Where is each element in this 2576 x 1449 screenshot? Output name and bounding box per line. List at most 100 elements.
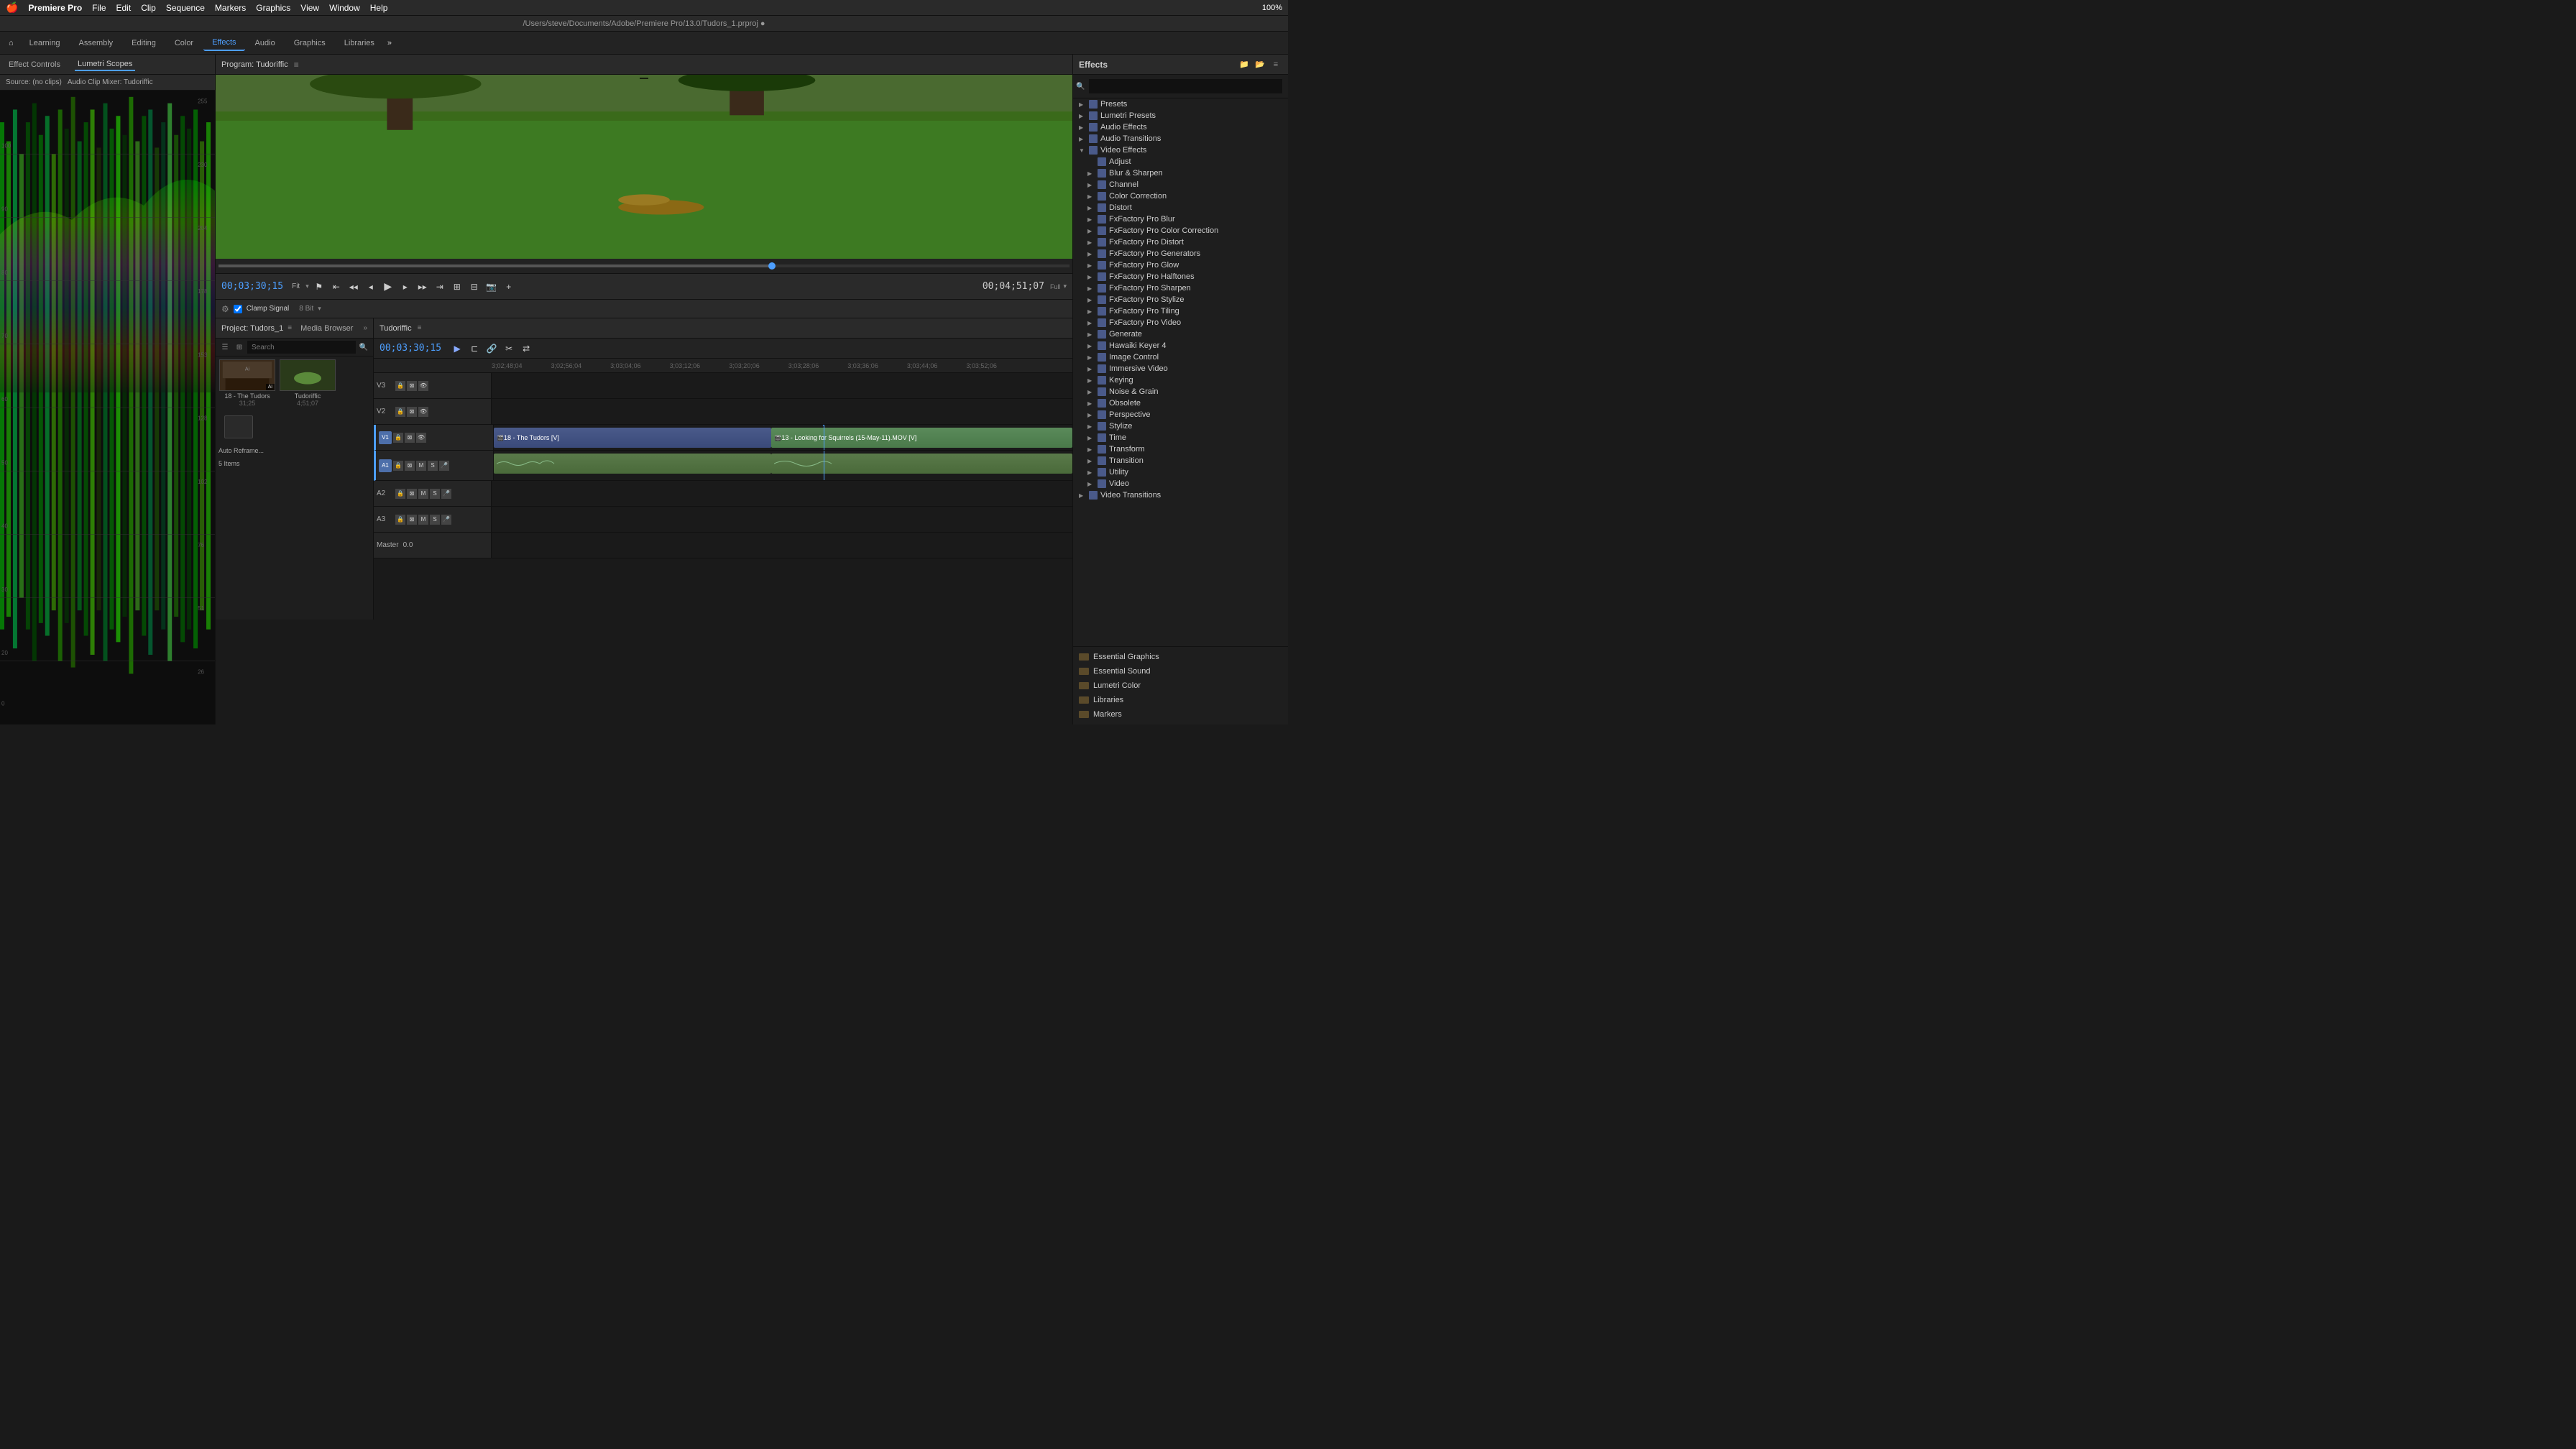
effects-item-perspective[interactable]: ▶ Perspective xyxy=(1073,409,1288,420)
menu-edit[interactable]: Edit xyxy=(116,3,132,13)
scrubber-track[interactable] xyxy=(218,264,1070,267)
libraries-item[interactable]: Libraries xyxy=(1073,693,1288,707)
bit-depth-dropdown[interactable]: ▾ xyxy=(318,305,321,313)
effects-item-fxfactory-distort[interactable]: ▶ FxFactory Pro Distort xyxy=(1073,236,1288,248)
v3-lock-button[interactable]: 🔒 xyxy=(395,381,405,391)
effects-item-image-control[interactable]: ▶ Image Control xyxy=(1073,351,1288,363)
effects-item-fxfactory-halftones[interactable]: ▶ FxFactory Pro Halftones xyxy=(1073,271,1288,282)
effects-item-fxfactory-blur[interactable]: ▶ FxFactory Pro Blur xyxy=(1073,213,1288,225)
a2-lock-button[interactable]: 🔒 xyxy=(395,489,405,499)
a3-solo-button[interactable]: S xyxy=(430,515,440,525)
essential-sound-item[interactable]: Essential Sound xyxy=(1073,664,1288,678)
effects-item-lumetri[interactable]: ▶ Lumetri Presets xyxy=(1073,110,1288,121)
audio-clip-a1-2[interactable] xyxy=(771,454,1072,474)
menu-sequence[interactable]: Sequence xyxy=(166,3,205,13)
step-backward-button[interactable]: ◂ xyxy=(364,280,378,294)
auto-reframe-item[interactable]: Auto Reframe... xyxy=(216,444,373,457)
new-bin-button[interactable]: 📂 xyxy=(1254,58,1266,71)
fit-dropdown-icon[interactable]: ▾ xyxy=(305,282,309,290)
effects-menu-button[interactable]: ≡ xyxy=(1269,58,1282,71)
essential-graphics-item[interactable]: Essential Graphics xyxy=(1073,650,1288,664)
a2-record-button[interactable]: 🎤 xyxy=(441,489,451,499)
effects-item-presets[interactable]: ▶ Presets xyxy=(1073,98,1288,110)
lumetri-color-item[interactable]: Lumetri Color xyxy=(1073,678,1288,693)
tab-effects[interactable]: Effects xyxy=(203,35,244,51)
v3-sync-button[interactable]: ⊠ xyxy=(407,381,417,391)
expand-panel-icon[interactable]: » xyxy=(363,324,367,332)
track-content-a1[interactable] xyxy=(494,451,1072,480)
menu-graphics[interactable]: Graphics xyxy=(256,3,290,13)
apple-menu[interactable]: 🍎 xyxy=(6,1,18,14)
go-to-out-button[interactable]: ⇥ xyxy=(433,280,447,294)
menu-file[interactable]: File xyxy=(92,3,106,13)
tab-graphics[interactable]: Graphics xyxy=(285,36,334,50)
tab-source[interactable]: Source: (no clips) xyxy=(6,78,62,86)
snap-button[interactable]: ⊏ xyxy=(467,341,482,356)
play-button[interactable]: ▶ xyxy=(381,280,395,294)
quality-dropdown[interactable]: ▾ xyxy=(1063,282,1067,290)
new-folder-button[interactable]: 📁 xyxy=(1238,58,1251,71)
effects-item-fxfactory-color[interactable]: ▶ FxFactory Pro Color Correction xyxy=(1073,225,1288,236)
a1-record-button[interactable]: 🎤 xyxy=(439,461,449,471)
effects-item-video[interactable]: ▶ Video xyxy=(1073,478,1288,489)
effects-item-video-transitions[interactable]: ▶ Video Transitions xyxy=(1073,489,1288,501)
workspace-more-button[interactable]: » xyxy=(387,39,392,47)
effects-item-audio-transitions[interactable]: ▶ Audio Transitions xyxy=(1073,133,1288,144)
v1-sync-button[interactable]: ⊠ xyxy=(405,433,415,443)
step-forward-button[interactable]: ▸ xyxy=(398,280,413,294)
app-name[interactable]: Premiere Pro xyxy=(28,3,82,13)
effects-item-fxfactory-video[interactable]: ▶ FxFactory Pro Video xyxy=(1073,317,1288,328)
project-item-tudors[interactable]: Ai Ai 18 - The Tudors 31;25 xyxy=(218,359,276,407)
monitor-scrubber-bar[interactable] xyxy=(216,259,1072,273)
menu-markers[interactable]: Markers xyxy=(215,3,246,13)
step-ahead-button[interactable]: ▸▸ xyxy=(415,280,430,294)
a3-lock-button[interactable]: 🔒 xyxy=(395,515,405,525)
effects-item-channel[interactable]: ▶ Channel xyxy=(1073,179,1288,190)
menu-window[interactable]: Window xyxy=(329,3,360,13)
effects-item-transition[interactable]: ▶ Transition xyxy=(1073,455,1288,466)
track-content-v1[interactable]: 🎬 18 - The Tudors [V] 🎬 13 - Looking for… xyxy=(494,425,1072,450)
effects-item-transform[interactable]: ▶ Transform xyxy=(1073,443,1288,455)
menu-view[interactable]: View xyxy=(300,3,319,13)
markers-item[interactable]: Markers xyxy=(1073,707,1288,722)
effects-item-noise[interactable]: ▶ Noise & Grain xyxy=(1073,386,1288,397)
effects-item-video-effects[interactable]: ▼ Video Effects xyxy=(1073,144,1288,156)
tab-color[interactable]: Color xyxy=(166,36,202,50)
menu-help[interactable]: Help xyxy=(370,3,388,13)
clip-squirrel-v1[interactable]: 🎬 13 - Looking for Squirrels (15-May-11)… xyxy=(771,428,1072,448)
v1-hide-button[interactable]: 👁 xyxy=(416,433,426,443)
a3-mute-button[interactable]: M xyxy=(418,515,428,525)
effects-item-color-correction[interactable]: ▶ Color Correction xyxy=(1073,190,1288,202)
effects-item-distort[interactable]: ▶ Distort xyxy=(1073,202,1288,213)
export-frame-button[interactable]: 📷 xyxy=(484,280,499,294)
slip-edit-button[interactable]: ⇄ xyxy=(519,341,533,356)
project-item-tudoriffic[interactable]: Tudoriffic 4;51;07 xyxy=(279,359,336,407)
v2-sync-button[interactable]: ⊠ xyxy=(407,407,417,417)
effects-search-input[interactable] xyxy=(1089,79,1282,93)
a3-record-button[interactable]: 🎤 xyxy=(441,515,451,525)
a2-solo-button[interactable]: S xyxy=(430,489,440,499)
effects-item-hawaiki[interactable]: ▶ Hawaiki Keyer 4 xyxy=(1073,340,1288,351)
quality-label[interactable]: Full xyxy=(1050,283,1061,290)
program-monitor-menu-icon[interactable]: ≡ xyxy=(294,60,299,70)
effects-item-fxfactory-gen[interactable]: ▶ FxFactory Pro Generators xyxy=(1073,248,1288,259)
menu-clip[interactable]: Clip xyxy=(141,3,156,13)
audio-clip-a1[interactable] xyxy=(494,454,771,474)
a1-mute-button[interactable]: M xyxy=(416,461,426,471)
v2-lock-button[interactable]: 🔒 xyxy=(395,407,405,417)
effects-item-fxfactory-sharpen[interactable]: ▶ FxFactory Pro Sharpen xyxy=(1073,282,1288,294)
effects-item-fxfactory-glow[interactable]: ▶ FxFactory Pro Glow xyxy=(1073,259,1288,271)
home-button[interactable]: ⌂ xyxy=(9,39,14,47)
go-to-in-button[interactable]: ⇤ xyxy=(329,280,344,294)
tab-learning[interactable]: Learning xyxy=(21,36,69,50)
insert-button[interactable]: ⊞ xyxy=(450,280,464,294)
timeline-menu[interactable]: ≡ xyxy=(418,324,422,332)
a1-sync-button[interactable]: ⊠ xyxy=(405,461,415,471)
v2-hide-button[interactable]: 👁 xyxy=(418,407,428,417)
effects-item-stylize[interactable]: ▶ Stylize xyxy=(1073,420,1288,432)
effects-item-blur[interactable]: ▶ Blur & Sharpen xyxy=(1073,167,1288,179)
settings-button[interactable]: + xyxy=(502,280,516,294)
clamp-signal-checkbox[interactable] xyxy=(234,305,242,313)
linked-selection-button[interactable]: 🔗 xyxy=(484,341,499,356)
tab-libraries[interactable]: Libraries xyxy=(336,36,383,50)
